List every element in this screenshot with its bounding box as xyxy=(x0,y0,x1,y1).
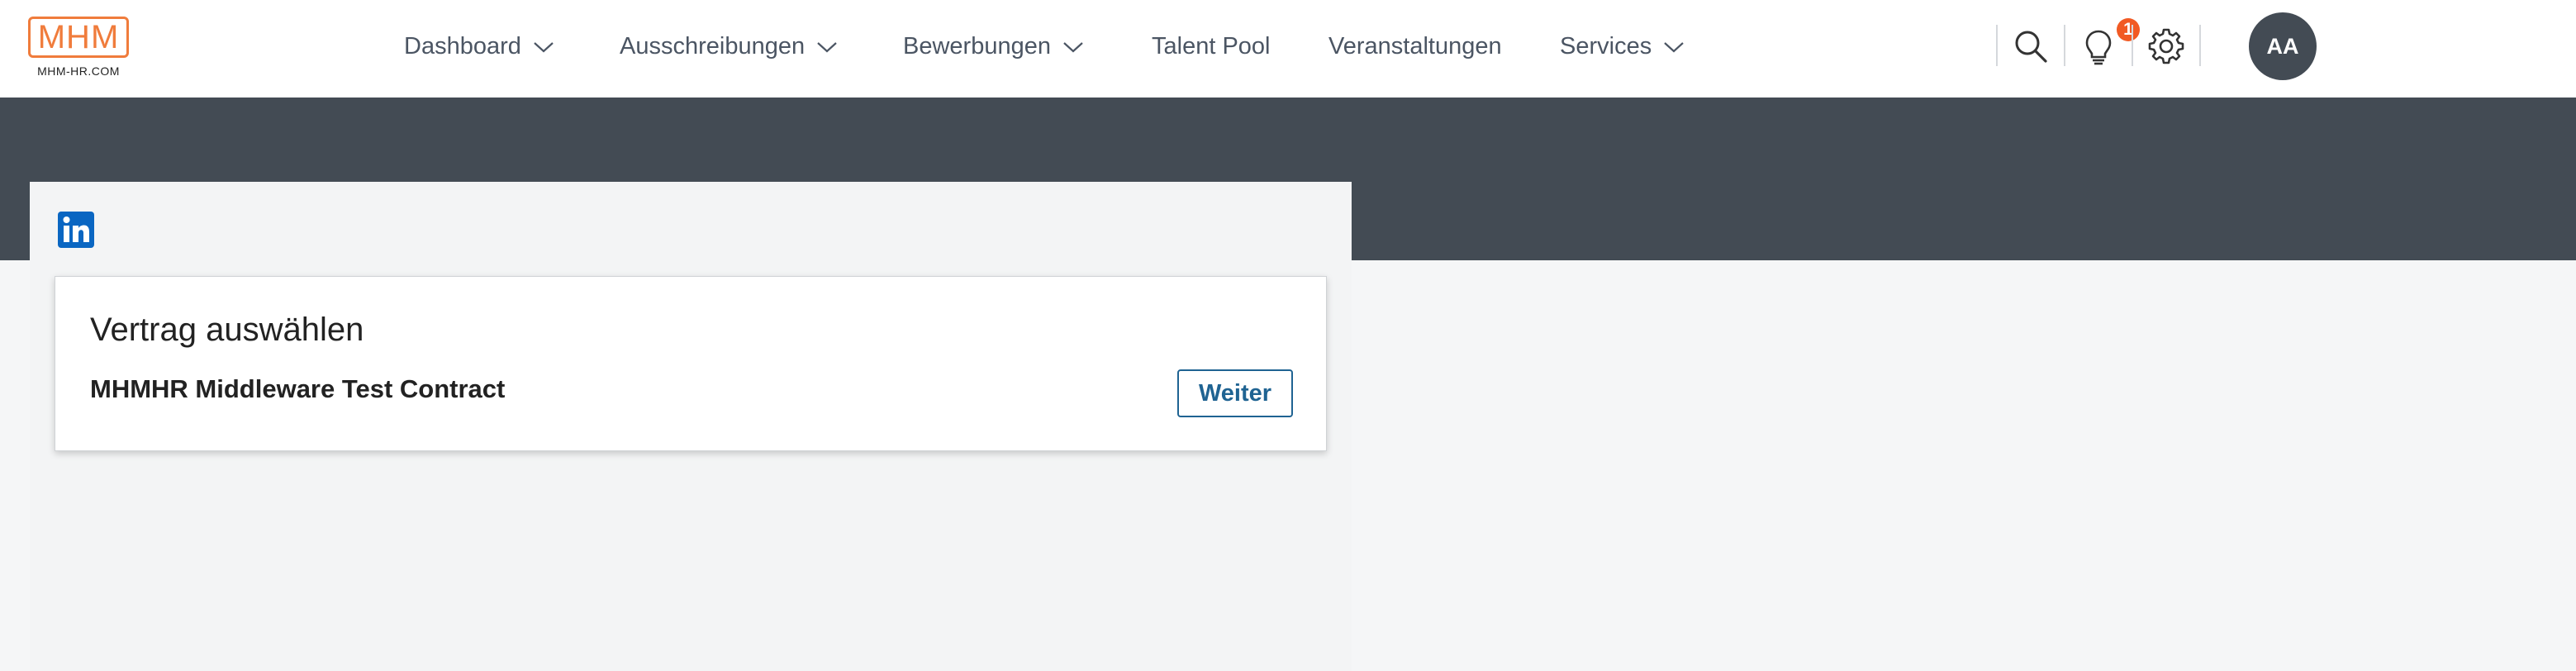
chevron-down-icon xyxy=(533,40,554,54)
user-avatar[interactable]: AA xyxy=(2249,12,2317,80)
nav-item-ausschreibungen[interactable]: Ausschreibungen xyxy=(620,30,838,63)
notification-count-badge: 1 xyxy=(2117,18,2140,41)
divider xyxy=(2199,25,2201,66)
contract-selection-card: Vertrag auswählen MHMHR Middleware Test … xyxy=(55,276,1327,451)
top-navigation-bar: MHM MHM-HR.COM Dashboard Ausschreibungen… xyxy=(0,0,2576,98)
gear-icon xyxy=(2141,28,2191,64)
continue-button[interactable]: Weiter xyxy=(1177,369,1293,417)
chevron-down-icon xyxy=(816,40,838,54)
divider xyxy=(2064,25,2065,66)
chevron-down-icon xyxy=(1062,40,1084,54)
divider xyxy=(2132,25,2133,66)
logo-mark: MHM xyxy=(28,17,129,58)
settings-button[interactable] xyxy=(2141,23,2191,69)
nav-item-label: Dashboard xyxy=(404,33,521,59)
nav-item-label: Veranstaltungen xyxy=(1328,33,1502,59)
nav-item-label: Ausschreibungen xyxy=(620,33,806,59)
contract-name: MHMHR Middleware Test Contract xyxy=(90,374,506,403)
logo-subtext: MHM-HR.COM xyxy=(37,64,120,78)
search-button[interactable] xyxy=(2006,23,2056,69)
nav-item-services[interactable]: Services xyxy=(1560,30,1685,63)
nav-item-label: Talent Pool xyxy=(1152,33,1271,59)
nav-item-talent-pool[interactable]: Talent Pool xyxy=(1152,30,1271,63)
linkedin-icon[interactable] xyxy=(58,212,94,248)
card-title: Vertrag auswählen xyxy=(90,312,364,348)
nav-item-veranstaltungen[interactable]: Veranstaltungen xyxy=(1328,30,1502,63)
nav-item-dashboard[interactable]: Dashboard xyxy=(404,30,554,63)
nav-item-label: Bewerbungen xyxy=(903,33,1051,59)
notifications-button[interactable] xyxy=(2074,23,2123,69)
chevron-down-icon xyxy=(1663,40,1685,54)
divider xyxy=(1996,25,1998,66)
nav-item-bewerbungen[interactable]: Bewerbungen xyxy=(903,30,1084,63)
company-logo[interactable]: MHM MHM-HR.COM xyxy=(28,15,132,81)
search-icon xyxy=(2006,28,2056,64)
nav-item-label: Services xyxy=(1560,33,1652,59)
lightbulb-icon xyxy=(2074,28,2123,66)
